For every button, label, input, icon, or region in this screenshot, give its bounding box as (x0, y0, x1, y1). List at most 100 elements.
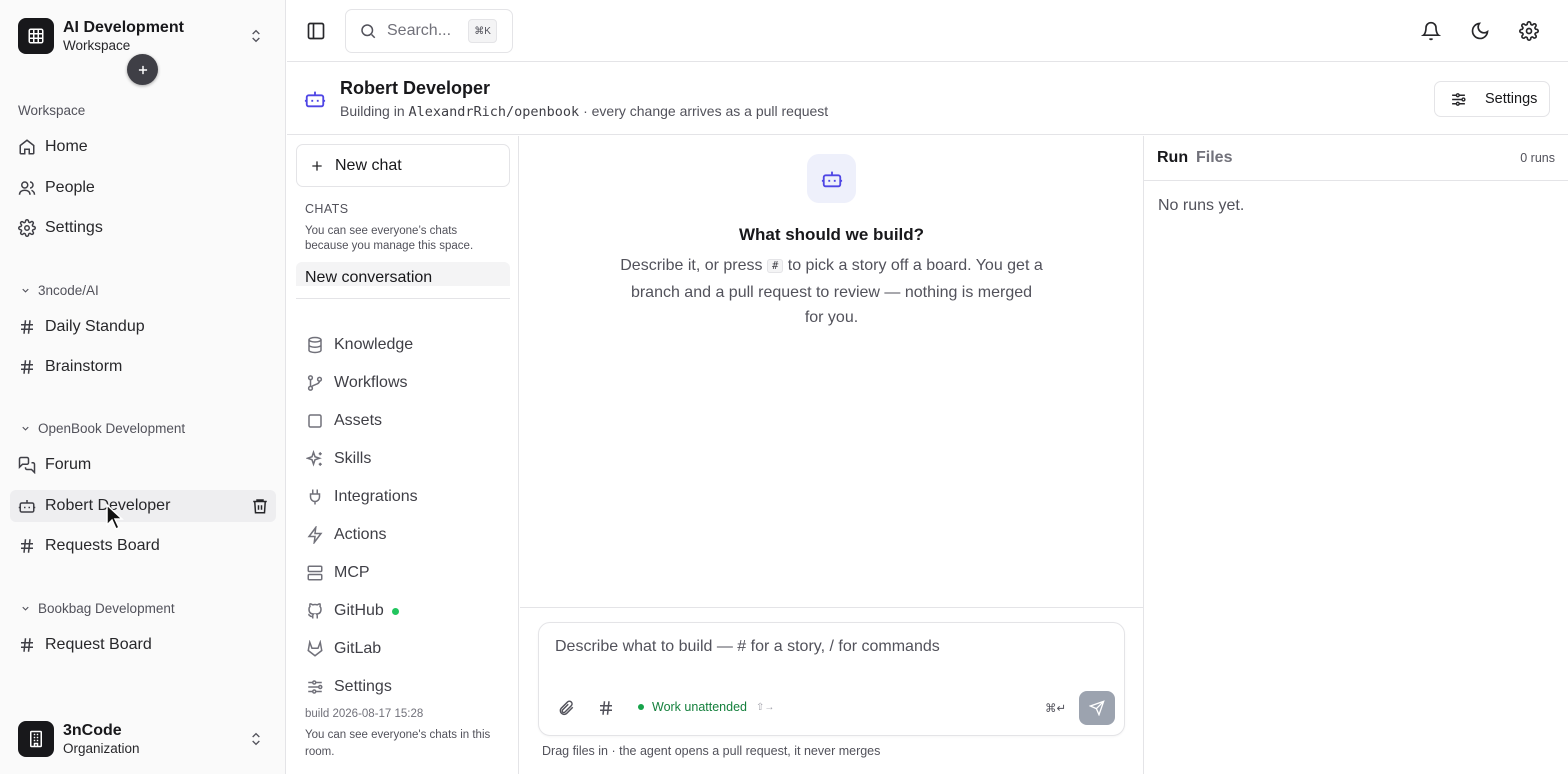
group-label: 3ncode/AI (38, 283, 99, 298)
main-chat-area: What should we build? Describe it, or pr… (520, 136, 1143, 774)
add-button[interactable] (127, 54, 158, 85)
tool-label: Workflows (334, 374, 408, 391)
send-shortcut: ⌘↵ (1045, 703, 1067, 715)
bot-icon (807, 154, 856, 203)
new-chat-button[interactable]: New chat (296, 144, 510, 187)
conversation-item[interactable]: New conversation (296, 262, 510, 286)
sidebar-item-settings[interactable]: Settings (10, 212, 276, 244)
agent-settings-button[interactable]: Settings (1434, 81, 1550, 117)
tool-gitlab[interactable]: GitLab (306, 637, 381, 661)
tool-label: Skills (334, 450, 372, 467)
sidebar-item-label: Settings (45, 219, 103, 236)
group-label: Bookbag Development (38, 601, 175, 616)
moon-icon[interactable] (1470, 21, 1490, 41)
build-info: build 2026-08-17 15:28 (305, 708, 424, 720)
group-toggle-bookbag[interactable]: Bookbag Development (20, 601, 175, 616)
tool-assets[interactable]: Assets (306, 409, 382, 433)
group-label: OpenBook Development (38, 421, 186, 436)
sidebar-toggle-icon[interactable] (306, 21, 326, 41)
sidebar-item-label: Forum (45, 456, 92, 473)
sidebar-item-robert-developer[interactable]: Robert Developer (10, 490, 276, 522)
group-toggle-openbook[interactable]: OpenBook Development (20, 421, 185, 436)
new-chat-label: New chat (335, 156, 402, 174)
bell-icon[interactable] (1421, 21, 1441, 41)
github-status-dot (391, 607, 399, 615)
sidebar-item-label: Request Board (45, 636, 152, 653)
bot-icon (18, 500, 36, 513)
left-sidebar: AI Development Workspace Workspace Home … (0, 0, 286, 774)
people-icon (18, 181, 36, 195)
sidebar-item-daily-standup[interactable]: Daily Standup (10, 311, 276, 343)
room-note: You can see everyone's chats in this roo… (305, 729, 491, 758)
status-dot (638, 704, 644, 710)
plug-icon (309, 489, 321, 505)
sidebar-item-home[interactable]: Home (10, 131, 276, 163)
composer-area: Describe what to build — # for a story, … (520, 607, 1143, 774)
settings-button-label: Settings (1485, 91, 1538, 107)
hash-key-hint: # (766, 259, 784, 273)
tool-mcp[interactable]: MCP (306, 561, 370, 585)
tool-settings[interactable]: Settings (306, 675, 392, 699)
tool-label: Integrations (334, 488, 418, 505)
sidebar-item-label: Daily Standup (45, 318, 145, 335)
home-icon (19, 139, 35, 155)
sidebar-item-label: Requests Board (45, 537, 160, 554)
sliders-icon (1452, 92, 1466, 106)
composer-footer-note: Drag files in · the agent opens a pull r… (542, 744, 881, 758)
sidebar-item-request-board[interactable]: Request Board (10, 629, 276, 661)
hash-icon[interactable] (597, 699, 615, 717)
work-unattended-label: Work unattended (652, 700, 747, 714)
zap-icon (307, 526, 323, 544)
workspace-switcher[interactable]: AI Development Workspace (18, 17, 268, 55)
gear-icon[interactable] (1519, 21, 1539, 41)
workspace-type: Workspace (63, 37, 131, 53)
chevron-down-icon (22, 426, 29, 431)
tool-knowledge[interactable]: Knowledge (306, 333, 413, 357)
server-icon (307, 565, 323, 581)
composer-placeholder: Describe what to build — # for a story, … (555, 638, 940, 655)
paperclip-icon[interactable] (557, 699, 575, 717)
building-icon (18, 721, 54, 757)
sidebar-item-people[interactable]: People (10, 172, 276, 204)
page-subtitle: Building in AlexandrRich/openbook · ever… (340, 103, 828, 120)
send-icon (1089, 700, 1105, 716)
tool-label: MCP (334, 564, 370, 581)
hash-icon (21, 539, 33, 553)
search-input[interactable]: Search... ⌘K (345, 9, 513, 53)
sidebar-item-requests-board[interactable]: Requests Board (10, 530, 276, 562)
group-toggle-3ncode-ai[interactable]: 3ncode/AI (20, 283, 99, 298)
tool-actions[interactable]: Actions (306, 523, 386, 547)
work-unattended-toggle[interactable]: Work unattended ⇧→ (638, 700, 774, 714)
empty-state-title: What should we build? (738, 225, 925, 244)
work-unattended-shortcut: ⇧→ (755, 701, 775, 713)
sidebar-item-brainstorm[interactable]: Brainstorm (10, 351, 276, 383)
gitlab-icon (307, 640, 323, 657)
message-composer[interactable]: Describe what to build — # for a story, … (538, 622, 1125, 736)
runs-count: 0 runs (1520, 151, 1555, 165)
mouse-cursor-icon (106, 503, 124, 531)
sidebar-item-label: Home (45, 138, 88, 155)
tab-run[interactable]: Run (1157, 149, 1188, 167)
tool-label: Settings (334, 678, 392, 695)
organization-switcher[interactable]: 3nCode Organization (18, 720, 268, 758)
chevrons-up-down-icon (252, 732, 260, 746)
tab-files[interactable]: Files (1196, 149, 1232, 167)
send-button[interactable] (1079, 691, 1115, 725)
tool-workflows[interactable]: Workflows (306, 371, 408, 395)
workspace-logo-icon (18, 18, 54, 54)
tool-label: Assets (334, 412, 383, 429)
trash-icon[interactable] (251, 497, 269, 515)
tool-integrations[interactable]: Integrations (306, 485, 418, 509)
forum-icon (18, 456, 36, 474)
tool-github[interactable]: GitHub (306, 599, 399, 623)
sidebar-item-forum[interactable]: Forum (10, 449, 276, 481)
search-placeholder: Search... (387, 22, 452, 39)
gear-icon (18, 219, 36, 237)
hash-icon (21, 638, 33, 652)
bot-icon (304, 91, 326, 108)
tool-label: Actions (334, 526, 387, 543)
chevrons-up-down-icon (252, 29, 260, 43)
sliders-icon (308, 680, 323, 694)
tool-skills[interactable]: Skills (306, 447, 371, 471)
organization-type: Organization (63, 740, 140, 756)
